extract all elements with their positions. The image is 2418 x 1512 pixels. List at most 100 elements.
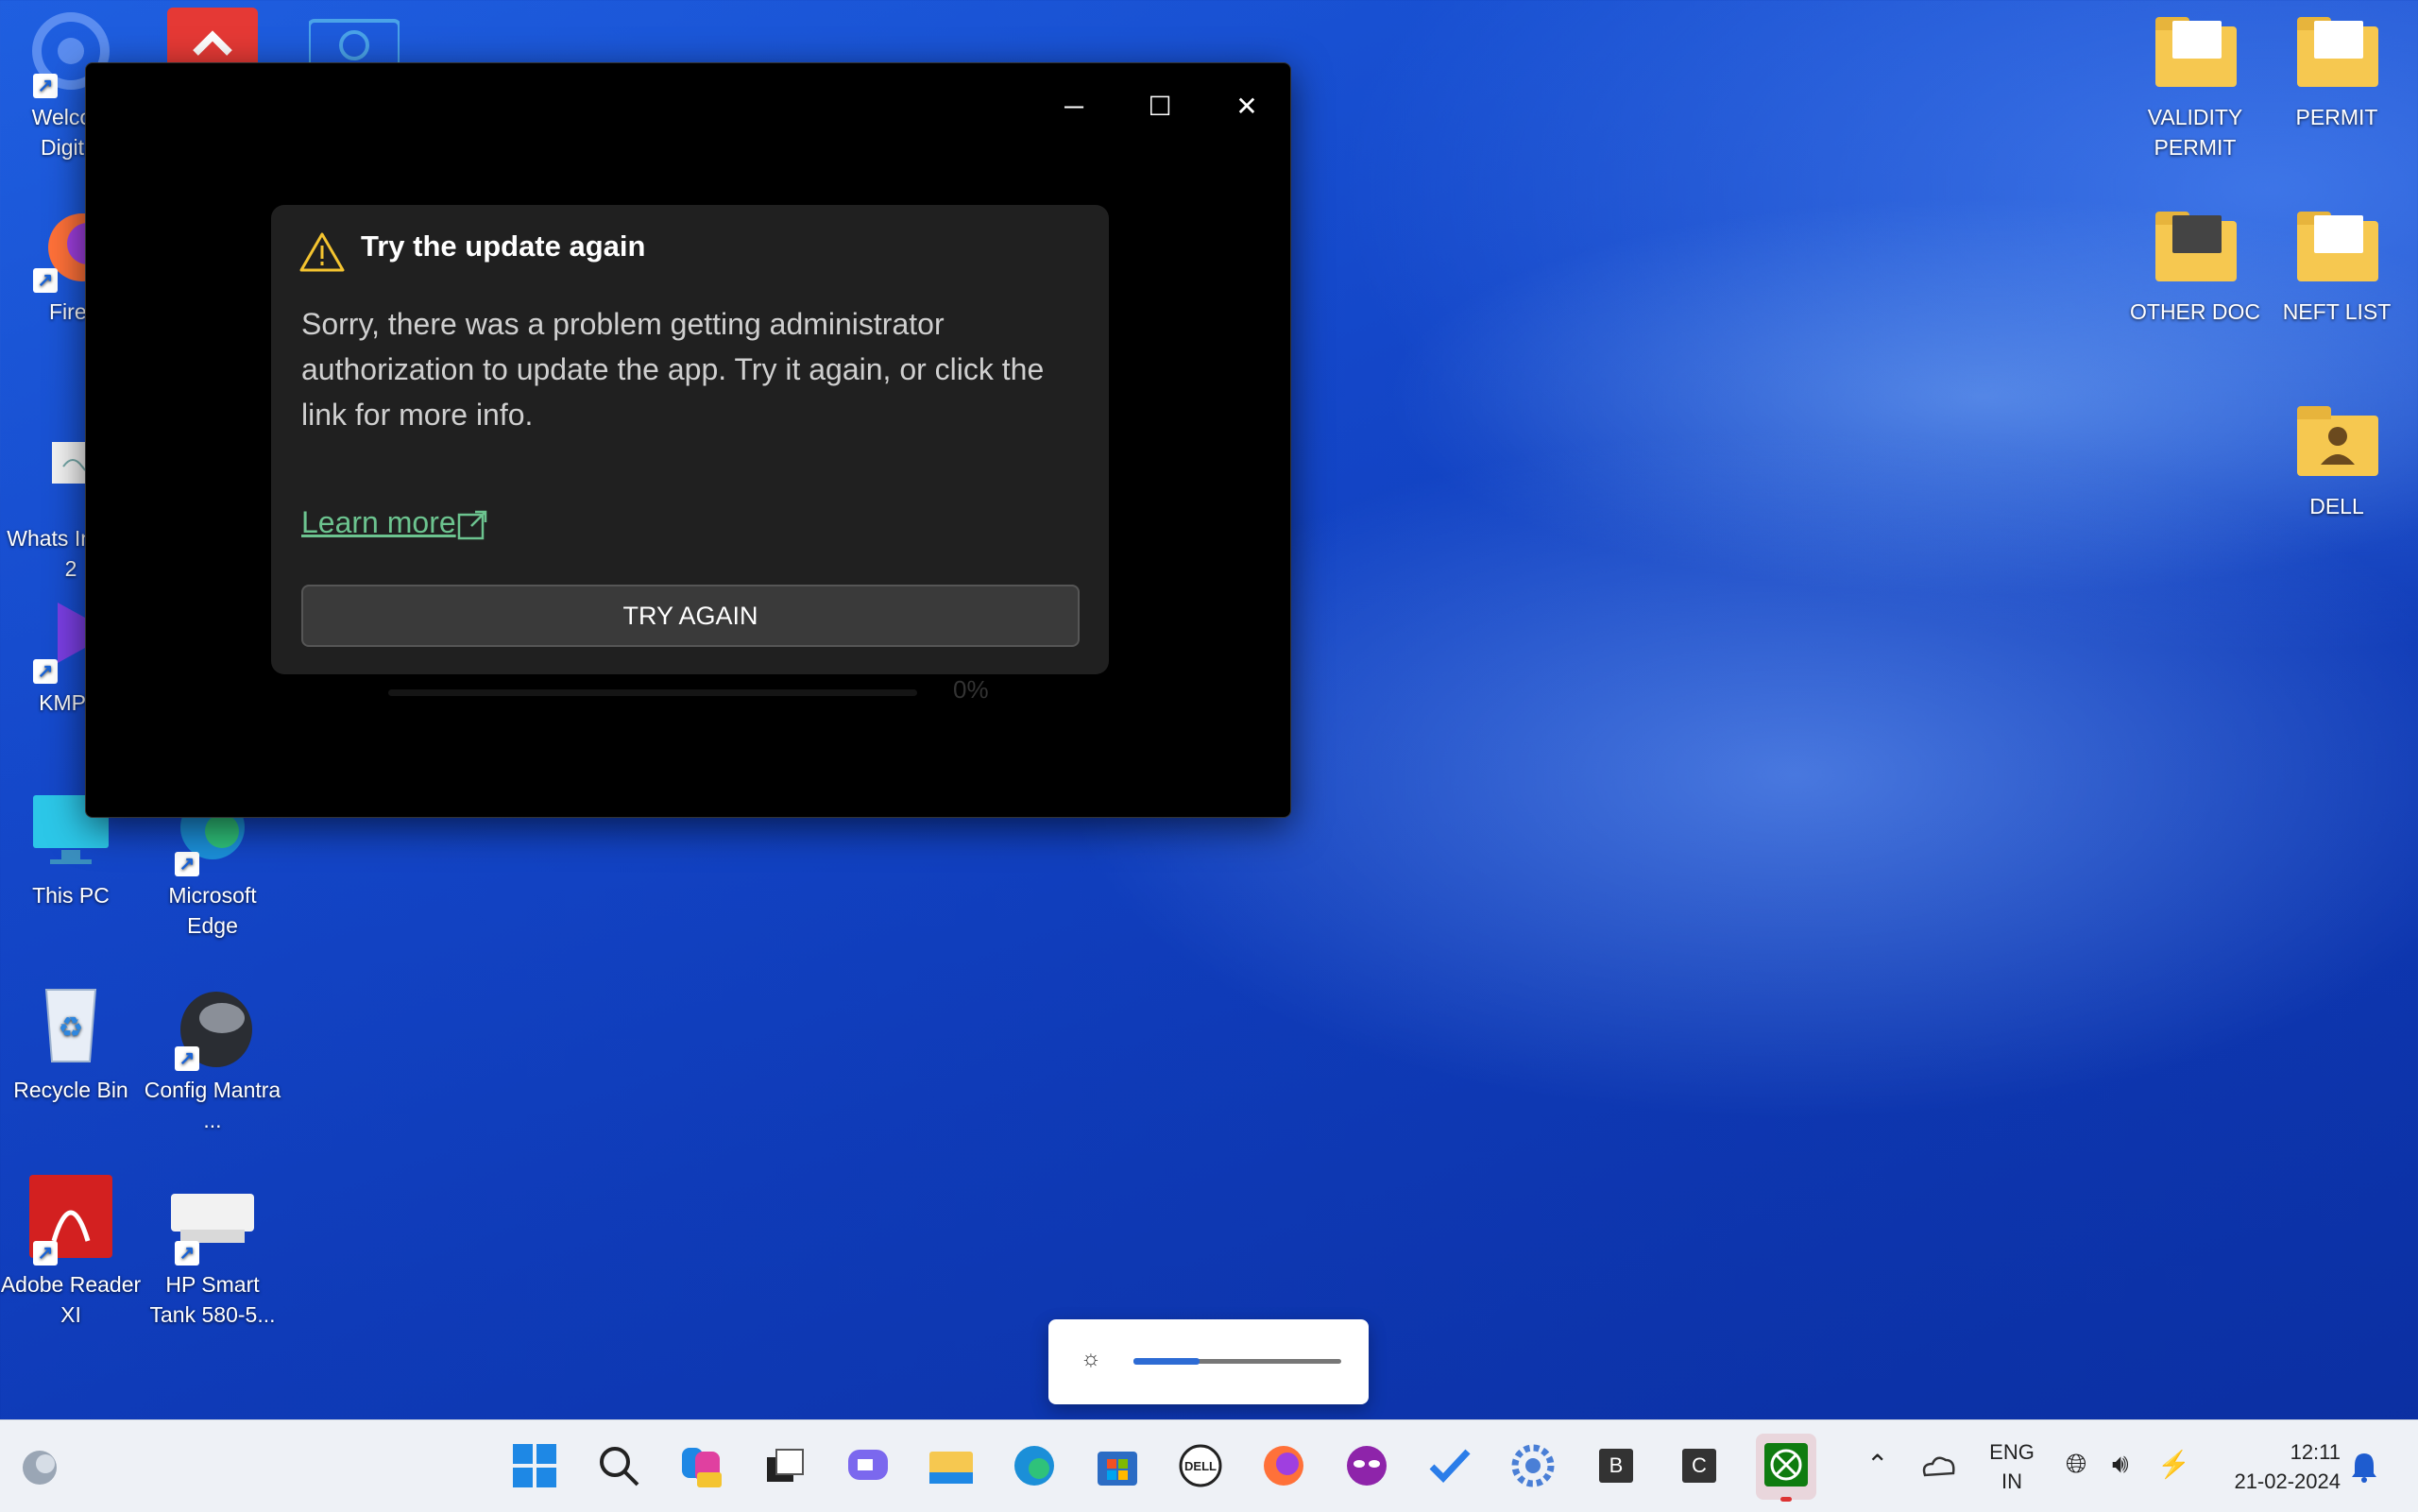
desktop-icon-permit[interactable]: PERMIT <box>2266 8 2408 132</box>
desktop-icon-neft-list[interactable]: NEFT LIST <box>2266 202 2408 327</box>
chevron-up-icon[interactable]: ⌃ <box>1866 1449 1888 1480</box>
todo-icon <box>1429 1449 1471 1484</box>
store-button[interactable] <box>1091 1439 1144 1492</box>
error-dialog: Try the update again Sorry, there was a … <box>271 205 1109 674</box>
folder-user-icon <box>2291 397 2382 487</box>
xbox-button[interactable] <box>1756 1434 1816 1502</box>
progress-bar <box>388 689 917 696</box>
folder-excel-icon <box>2150 8 2240 98</box>
settings-button[interactable] <box>1507 1439 1559 1492</box>
notification-bell-icon[interactable] <box>2350 1451 2378 1483</box>
edge-icon <box>1014 1446 1054 1486</box>
desktop-icon-label: This PC <box>32 883 110 908</box>
dialog-message: Sorry, there was a problem getting admin… <box>301 307 1045 432</box>
desktop-icon-hp-smart[interactable]: ↗ HP Smart Tank 580-5... <box>142 1175 283 1330</box>
dell-button[interactable]: DELL <box>1174 1439 1227 1492</box>
shortcut-arrow-icon: ↗ <box>33 659 58 684</box>
svg-text:♻: ♻ <box>59 1012 84 1044</box>
learn-more-label: Learn more <box>301 505 456 539</box>
search-button[interactable] <box>592 1439 645 1492</box>
shortcut-arrow-icon: ↗ <box>175 852 199 876</box>
teams-button[interactable] <box>842 1439 894 1492</box>
desktop-icon-label: Config Mantra ... <box>144 1078 281 1132</box>
c-app-icon: C <box>1682 1449 1716 1483</box>
desktop-icon-label: DELL <box>2309 494 2364 518</box>
desktop-icon-dell[interactable]: DELL <box>2266 397 2408 521</box>
teams-icon <box>848 1450 888 1480</box>
time-label: 12:11 <box>2290 1440 2341 1464</box>
shortcut-arrow-icon: ↗ <box>33 268 58 293</box>
brightness-flyout: ☼ <box>1048 1319 1369 1404</box>
desktop-icon-recycle-bin[interactable]: ♻ Recycle Bin <box>0 980 142 1105</box>
c-app-button[interactable]: C <box>1673 1439 1726 1492</box>
store-icon <box>1098 1452 1137 1486</box>
brightness-slider-fill <box>1133 1358 1200 1365</box>
date-label: 21-02-2024 <box>2234 1470 2341 1493</box>
shortcut-arrow-icon: ↗ <box>33 74 58 98</box>
dialog-title: Try the update again <box>361 229 646 263</box>
sun-icon: ☼ <box>1081 1346 1101 1371</box>
desktop-icon-validity-permit[interactable]: VALIDITY PERMIT <box>2124 8 2266 162</box>
search-icon <box>600 1447 639 1487</box>
progress-label: 0% <box>953 675 989 704</box>
desktop-icon-config-mantra[interactable]: ↗ Config Mantra ... <box>142 980 283 1135</box>
folder-icon <box>2291 8 2382 98</box>
todo-button[interactable] <box>1423 1439 1476 1492</box>
desktop-icon-other-doc[interactable]: OTHER DOC <box>2124 202 2266 327</box>
app-window: ─ ☐ ✕ 0% Try the update again Sorry, the… <box>85 62 1291 818</box>
settings-icon <box>1511 1444 1555 1487</box>
recycle-bin-icon: ♻ <box>26 980 116 1071</box>
active-indicator <box>1780 1497 1792 1502</box>
adobe-reader-icon: ↗ <box>26 1175 116 1266</box>
b-app-icon: B <box>1599 1449 1633 1483</box>
try-again-button[interactable]: TRY AGAIN <box>301 585 1080 647</box>
task-view-button[interactable] <box>758 1439 811 1492</box>
dell-icon: DELL <box>1179 1444 1222 1487</box>
copilot-button[interactable] <box>675 1439 728 1492</box>
warning-icon <box>299 232 345 272</box>
onedrive-sync-icon[interactable] <box>1919 1453 1957 1481</box>
mask-app-icon <box>1347 1446 1387 1486</box>
maximize-button[interactable]: ☐ <box>1132 78 1188 135</box>
desktop-icon-label: OTHER DOC <box>2130 299 2260 324</box>
desktop-icon-label: Adobe Reader XI <box>0 1272 142 1327</box>
task-view-icon <box>767 1449 804 1482</box>
file-explorer-button[interactable] <box>925 1439 978 1492</box>
external-link-icon[interactable] <box>456 509 488 541</box>
desktop-icon-label: PERMIT <box>2295 105 2378 129</box>
edge-button[interactable] <box>1008 1439 1061 1492</box>
mask-app-button[interactable] <box>1340 1439 1393 1492</box>
weather-icon[interactable] <box>19 1447 60 1488</box>
fingerprint-scanner-icon: ↗ <box>167 980 258 1071</box>
shortcut-arrow-icon: ↗ <box>33 1241 58 1266</box>
volume-icon[interactable]: 🔊︎ <box>2112 1449 2129 1480</box>
folder-doc-icon <box>2150 202 2240 293</box>
svg-text:DELL: DELL <box>1184 1459 1217 1473</box>
folder-excel-icon <box>2291 202 2382 293</box>
language-code: ENG <box>1989 1440 2035 1464</box>
close-button[interactable]: ✕ <box>1218 78 1275 135</box>
xbox-icon <box>1764 1443 1808 1487</box>
start-button[interactable] <box>508 1439 561 1492</box>
minimize-button[interactable]: ─ <box>1046 78 1102 135</box>
battery-charging-icon[interactable]: ⚡ <box>2157 1449 2190 1480</box>
desktop-icon-label: Microsoft Edge <box>168 883 257 938</box>
desktop-icon-adobe-reader[interactable]: ↗ Adobe Reader XI <box>0 1175 142 1330</box>
learn-more-link[interactable]: Learn more <box>301 505 456 540</box>
network-icon[interactable]: 🌐︎ <box>2066 1449 2086 1480</box>
firefox-button[interactable] <box>1257 1439 1310 1492</box>
printer-icon: ↗ <box>167 1175 258 1266</box>
desktop-icon-label: Recycle Bin <box>13 1078 128 1102</box>
start-icon <box>513 1444 556 1487</box>
copilot-icon <box>682 1448 722 1487</box>
region-code: IN <box>2001 1470 2022 1493</box>
firefox-icon <box>1264 1446 1303 1486</box>
b-app-button[interactable]: B <box>1590 1439 1643 1492</box>
desktop-icon-label: HP Smart Tank 580-5... <box>149 1272 276 1327</box>
taskbar: DELL B C ⌃ ENG IN 🌐︎ 🔊︎ ⚡ 12:11 21-02-20… <box>0 1419 2418 1512</box>
clock[interactable]: 12:11 21-02-2024 <box>2199 1437 2341 1496</box>
shortcut-arrow-icon: ↗ <box>175 1241 199 1266</box>
desktop-icon-label: NEFT LIST <box>2282 299 2392 324</box>
language-indicator[interactable]: ENG IN <box>1984 1437 2040 1496</box>
shortcut-arrow-icon: ↗ <box>175 1046 199 1071</box>
